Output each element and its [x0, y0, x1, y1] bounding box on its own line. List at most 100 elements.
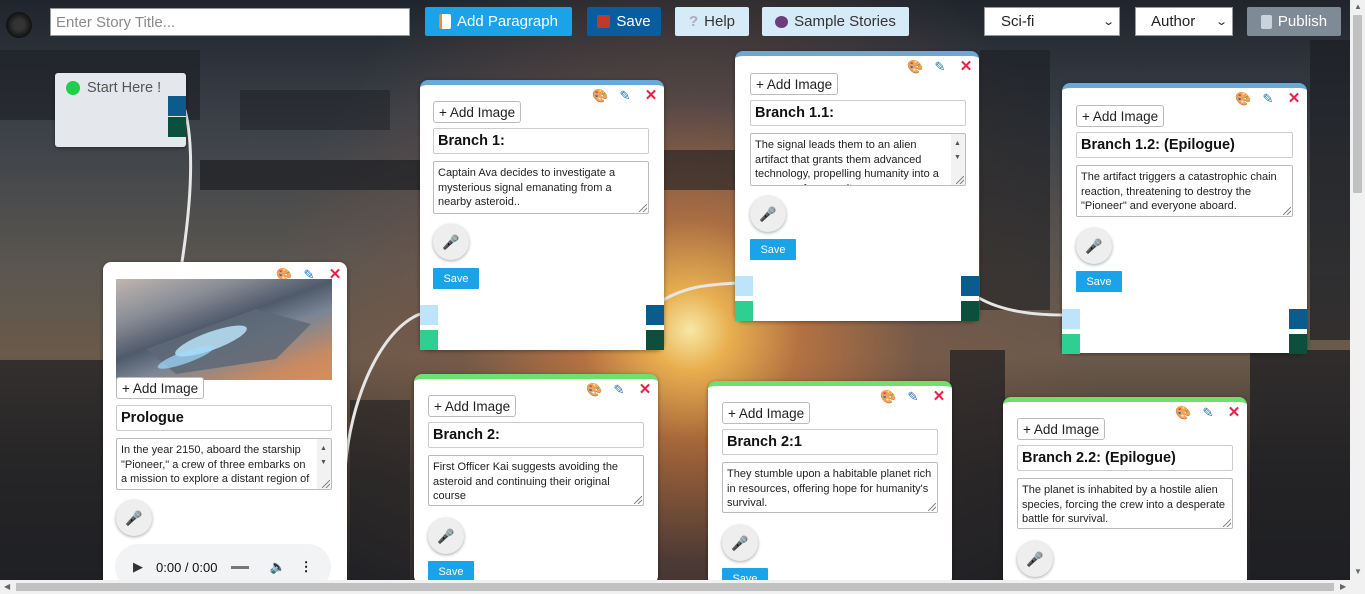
story-title-input[interactable]: [50, 8, 410, 36]
card-title-input[interactable]: Branch 1.1:: [750, 100, 966, 126]
microphone-button[interactable]: 🎤: [750, 196, 786, 232]
scroll-down-icon[interactable]: ▼: [1354, 567, 1362, 576]
input-port[interactable]: [735, 276, 753, 296]
output-port[interactable]: [961, 276, 979, 296]
output-port[interactable]: [646, 330, 664, 350]
microphone-button[interactable]: 🎤: [1076, 228, 1112, 264]
input-port[interactable]: [1062, 334, 1080, 354]
card-title-input[interactable]: Branch 1.2: (Epilogue): [1076, 132, 1293, 158]
card-title: Prologue: [121, 410, 184, 426]
scroll-up-icon[interactable]: ▲: [1354, 2, 1362, 11]
microphone-button[interactable]: 🎤: [116, 500, 152, 536]
pencil-icon[interactable]: ✎: [1201, 406, 1215, 420]
close-icon[interactable]: ✕: [1227, 405, 1241, 420]
input-port[interactable]: [735, 301, 753, 321]
connector-branch11-branch12: [978, 296, 1064, 317]
add-paragraph-button[interactable]: Add Paragraph: [425, 7, 572, 36]
input-port[interactable]: [420, 330, 438, 350]
resize-handle[interactable]: [956, 176, 964, 184]
vertical-scroll-thumb[interactable]: [1353, 15, 1362, 193]
card-title-input[interactable]: Branch 2:1: [722, 429, 938, 455]
palette-icon[interactable]: 🎨: [907, 60, 923, 74]
close-icon[interactable]: ✕: [1287, 91, 1301, 106]
card-title-input[interactable]: Branch 1:: [433, 128, 649, 154]
add-image-button[interactable]: + Add Image: [428, 395, 517, 417]
close-icon[interactable]: ✕: [638, 382, 652, 397]
palette-icon[interactable]: 🎨: [592, 89, 608, 103]
card-title-input[interactable]: Branch 2:: [428, 422, 644, 448]
pencil-icon[interactable]: ✎: [618, 89, 632, 103]
palette-icon[interactable]: 🎨: [1235, 92, 1251, 106]
pencil-icon[interactable]: ✎: [612, 383, 626, 397]
horizontal-scrollbar[interactable]: ◀ ▶: [0, 580, 1365, 594]
resize-handle[interactable]: [634, 496, 642, 504]
palette-icon[interactable]: 🎨: [586, 383, 602, 397]
volume-icon[interactable]: 🔈: [269, 559, 285, 575]
card-text-area[interactable]: First Officer Kai suggests avoiding the …: [428, 455, 644, 506]
vertical-scrollbar[interactable]: ▲ ▼: [1350, 0, 1365, 580]
microphone-button[interactable]: 🎤: [428, 518, 464, 554]
resize-handle[interactable]: [1223, 519, 1231, 527]
scroll-right-icon[interactable]: ▶: [1340, 582, 1346, 591]
card-save-button[interactable]: Save: [1076, 271, 1122, 292]
add-image-button[interactable]: + Add Image: [750, 73, 839, 95]
add-image-button[interactable]: + Add Image: [1076, 105, 1165, 127]
add-image-label: + Add Image: [122, 380, 199, 396]
output-port[interactable]: [168, 117, 186, 137]
card-title-input[interactable]: Prologue: [116, 405, 332, 431]
pencil-icon[interactable]: ✎: [906, 390, 920, 404]
output-port[interactable]: [1289, 309, 1307, 329]
card-save-button[interactable]: Save: [750, 239, 796, 260]
input-port[interactable]: [1062, 309, 1080, 329]
microphone-button[interactable]: 🎤: [722, 525, 758, 561]
microphone-icon: 🎤: [125, 509, 143, 526]
close-icon[interactable]: ✕: [959, 59, 973, 74]
close-icon[interactable]: ✕: [932, 389, 946, 404]
publish-button[interactable]: Publish: [1247, 7, 1341, 36]
genre-select[interactable]: Sci-fi ⌄: [984, 7, 1120, 36]
card-text-area[interactable]: They stumble upon a habitable planet ric…: [722, 462, 938, 513]
add-image-button[interactable]: + Add Image: [1017, 418, 1106, 440]
close-icon[interactable]: ✕: [644, 88, 658, 103]
question-mark-icon: ?: [688, 13, 699, 30]
scroll-left-icon[interactable]: ◀: [4, 582, 10, 591]
play-icon[interactable]: ▶: [133, 559, 143, 575]
resize-handle[interactable]: [639, 204, 647, 212]
card-save-button[interactable]: Save: [433, 268, 479, 289]
microphone-button[interactable]: 🎤: [1017, 541, 1053, 577]
card-text-area[interactable]: The planet is inhabited by a hostile ali…: [1017, 478, 1233, 529]
story-card-branch-1: 🎨 ✎ ✕ + Add Image Branch 1: Captain Ava de…: [420, 80, 664, 350]
resize-handle[interactable]: [928, 503, 936, 511]
pencil-icon[interactable]: ✎: [1261, 92, 1275, 106]
role-select[interactable]: Author ⌄: [1135, 7, 1233, 36]
card-text-area[interactable]: The artifact triggers a catastrophic cha…: [1076, 165, 1293, 217]
output-port[interactable]: [1289, 334, 1307, 354]
card-text-area[interactable]: The signal leads them to an alien artifa…: [750, 133, 966, 186]
resize-handle[interactable]: [322, 480, 330, 488]
help-button[interactable]: ? Help: [675, 7, 749, 36]
card-text-area[interactable]: In the year 2150, aboard the starship "P…: [116, 438, 332, 490]
start-dot-icon: [66, 81, 80, 95]
card-text-area[interactable]: Captain Ava decides to investigate a mys…: [433, 161, 649, 214]
start-node[interactable]: Start Here !: [55, 73, 186, 147]
pencil-icon[interactable]: ✎: [933, 60, 947, 74]
horizontal-scroll-thumb[interactable]: [16, 583, 1334, 591]
add-image-button[interactable]: + Add Image: [433, 101, 522, 123]
sample-stories-button[interactable]: Sample Stories: [762, 7, 909, 36]
output-port[interactable]: [168, 96, 186, 116]
audio-progress-bar[interactable]: [231, 565, 250, 569]
add-image-button[interactable]: + Add Image: [722, 402, 811, 424]
output-port[interactable]: [961, 301, 979, 321]
palette-icon[interactable]: 🎨: [1175, 406, 1191, 420]
save-button[interactable]: Save: [587, 7, 661, 36]
card-title-input[interactable]: Branch 2.2: (Epilogue): [1017, 445, 1233, 471]
card-save-button[interactable]: Save: [428, 561, 474, 582]
palette-icon[interactable]: 🎨: [880, 390, 896, 404]
input-port[interactable]: [420, 305, 438, 325]
output-port[interactable]: [646, 305, 664, 325]
add-image-button[interactable]: + Add Image: [116, 377, 205, 399]
resize-handle[interactable]: [1283, 207, 1291, 215]
more-options-icon[interactable]: ⋮: [300, 559, 313, 575]
microphone-button[interactable]: 🎤: [433, 224, 469, 260]
chevron-down-icon: ⌄: [1101, 16, 1115, 28]
